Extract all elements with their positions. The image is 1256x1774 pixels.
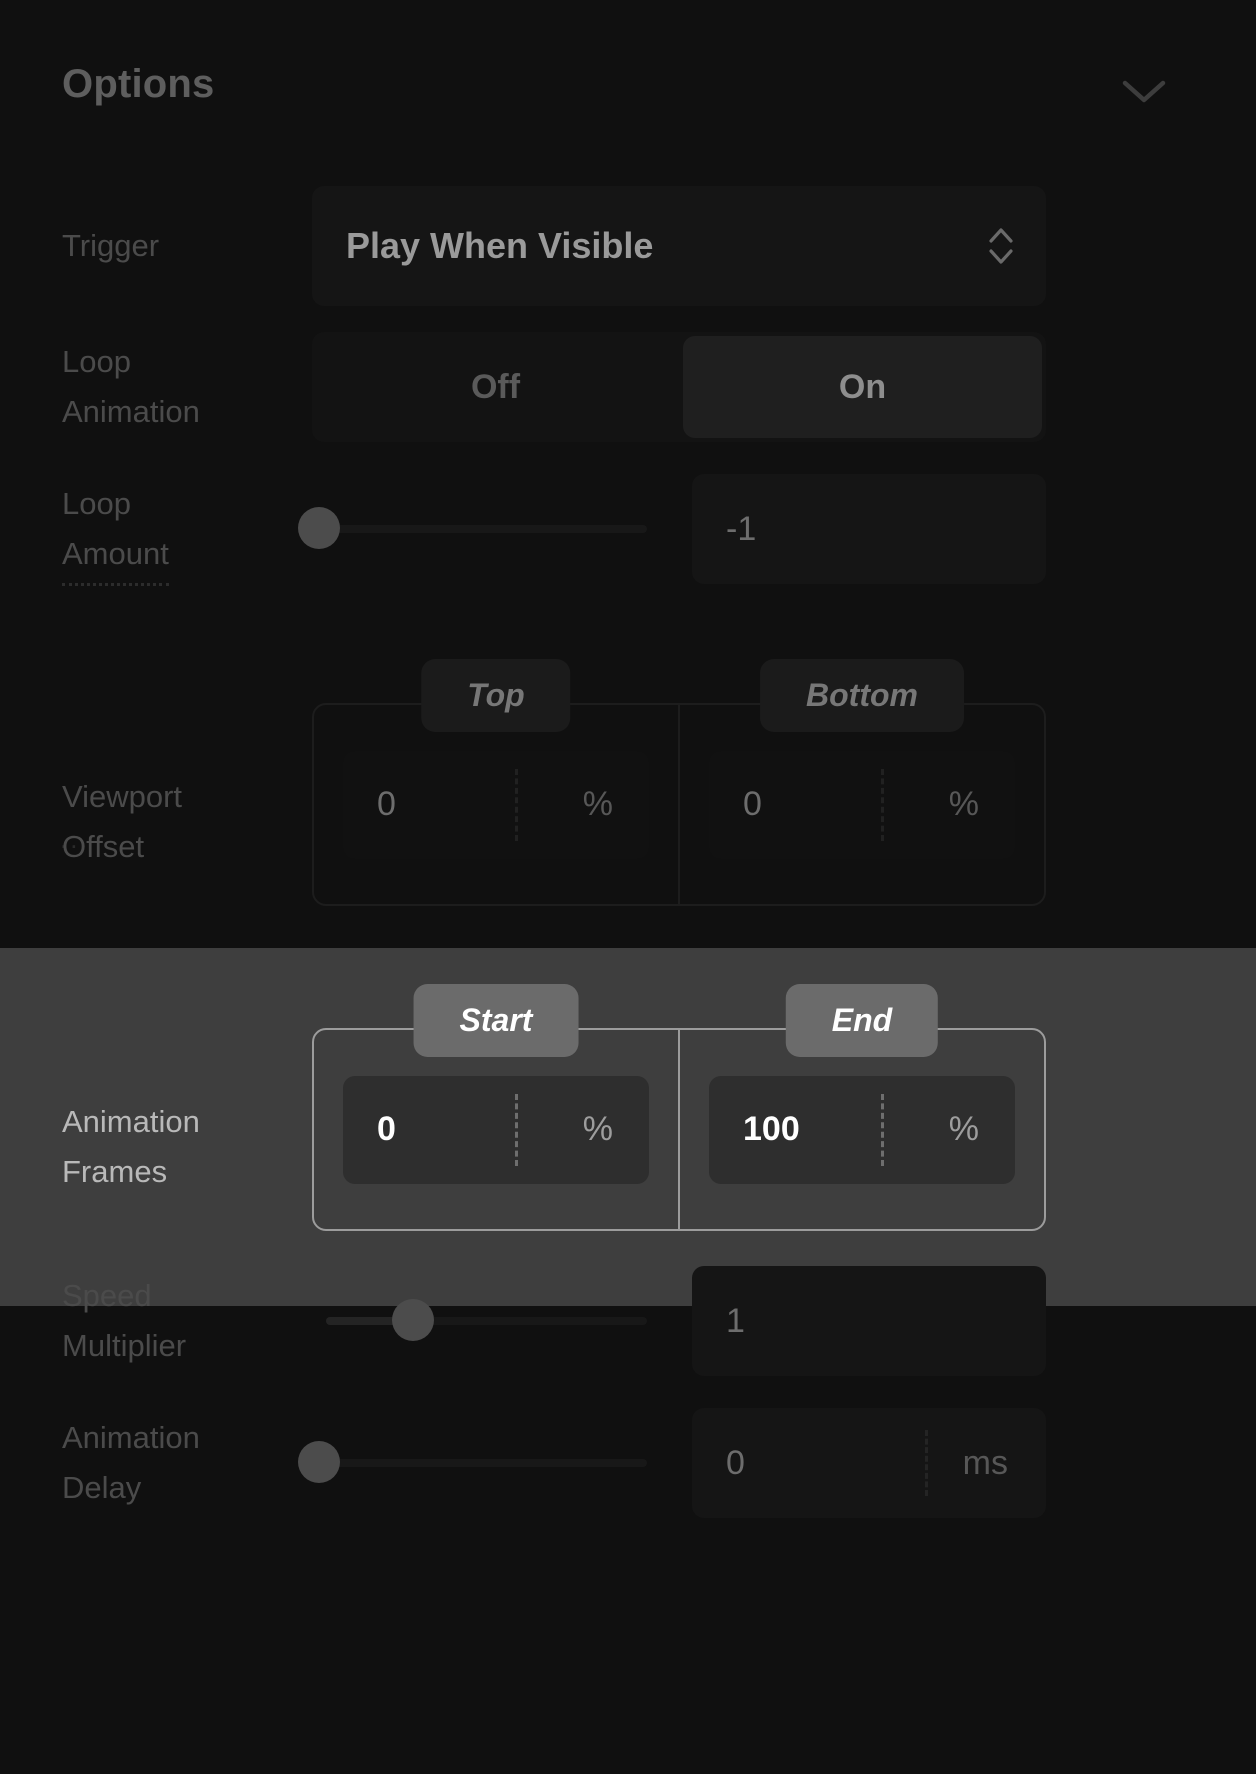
- viewport-offset-group: Top 0 % Bottom 0 %: [312, 659, 1046, 906]
- viewport-offset-bottom-divider: [881, 768, 884, 841]
- viewport-offset-top-value: 0: [377, 785, 396, 823]
- animation-delay-input[interactable]: 0 ms: [692, 1408, 1046, 1518]
- animation-frames-end-divider: [881, 1093, 884, 1166]
- loop-animation-toggle[interactable]: Off On: [312, 332, 1046, 442]
- loop-amount-slider-thumb[interactable]: [297, 507, 340, 549]
- animation-frames-start-divider: [515, 1093, 518, 1166]
- loop-animation-option-off[interactable]: Off: [316, 336, 675, 438]
- animation-delay-divider: [925, 1430, 928, 1496]
- viewport-offset-column-top: Top 0 %: [314, 659, 678, 904]
- animation-delay-slider[interactable]: [297, 1433, 647, 1493]
- loop-animation-option-on[interactable]: On: [683, 336, 1042, 438]
- animation-frames-end-unit: %: [948, 1110, 979, 1148]
- viewport-offset-bottom-unit: %: [948, 785, 979, 823]
- viewport-offset-chip-top[interactable]: Top: [421, 659, 571, 732]
- animation-frames-column-end: End 100 %: [678, 984, 1044, 1229]
- animation-delay-slider-thumb[interactable]: [297, 1441, 340, 1483]
- loop-amount-input[interactable]: -1: [692, 474, 1046, 584]
- row-viewport-offset: .. Viewport Offset Top 0 % Bottom 0 %: [0, 659, 1256, 910]
- animation-frames-chip-start[interactable]: Start: [413, 984, 579, 1057]
- animation-frames-start-value: 0: [377, 1110, 396, 1148]
- animation-frames-column-start: Start 0 %: [314, 984, 678, 1229]
- animation-frames-group: Start 0 % End 100 %: [312, 984, 1046, 1231]
- options-panel: Options Trigger Play When Visible Loop A…: [0, 0, 1256, 1774]
- loop-amount-slider-track: [312, 525, 647, 533]
- animation-frames-chip-end[interactable]: End: [785, 984, 939, 1057]
- speed-multiplier-input[interactable]: 1: [692, 1266, 1046, 1376]
- viewport-offset-column-bottom: Bottom 0 %: [678, 659, 1044, 904]
- label-viewport-offset: Viewport Offset: [62, 772, 312, 872]
- chevron-up-down-icon: [986, 223, 1016, 269]
- panel-header: Options: [0, 0, 1256, 150]
- row-animation-frames: Start 0 % End 100 %: [0, 984, 1256, 1235]
- label-speed-multiplier-line2: Multiplier: [62, 1328, 187, 1363]
- label-loop-amount-line1: Loop: [62, 486, 131, 521]
- trigger-select[interactable]: Play When Visible: [312, 186, 1046, 306]
- label-animation-delay-line1: Animation: [62, 1420, 200, 1455]
- label-animation-delay: Animation Delay: [62, 1413, 312, 1513]
- label-loop-animation-line1: Loop: [62, 344, 131, 379]
- label-viewport-offset-line2: Offset: [62, 829, 145, 864]
- label-animation-delay-line2: Delay: [62, 1470, 142, 1505]
- label-loop-animation: Loop Animation: [62, 337, 312, 437]
- animation-frames-start-unit: %: [582, 1110, 613, 1148]
- label-loop-amount-line2: Amount: [62, 529, 169, 586]
- animation-delay-unit: ms: [962, 1443, 1008, 1482]
- row-trigger: Trigger Play When Visible: [0, 186, 1256, 306]
- label-trigger: Trigger: [62, 228, 160, 263]
- row-loop-animation: Loop Animation Off On: [0, 332, 1256, 442]
- label-viewport-offset-line1: Viewport: [62, 779, 183, 814]
- animation-delay-value: 0: [726, 1443, 745, 1482]
- label-speed-multiplier: Speed Multiplier: [62, 1271, 312, 1371]
- chevron-down-icon[interactable]: [1122, 72, 1166, 112]
- row-speed-multiplier: Speed Multiplier 1: [0, 1266, 1256, 1376]
- viewport-offset-bottom-value: 0: [743, 785, 762, 823]
- label-loop-animation-line2: Animation: [62, 394, 200, 429]
- loop-amount-slider[interactable]: [297, 499, 647, 559]
- row-loop-amount: Loop Amount -1: [0, 474, 1256, 586]
- viewport-offset-bottom-input[interactable]: 0 %: [709, 750, 1015, 859]
- viewport-offset-chip-bottom[interactable]: Bottom: [760, 659, 964, 732]
- viewport-offset-top-unit: %: [582, 785, 613, 823]
- speed-multiplier-slider-thumb[interactable]: [391, 1299, 434, 1341]
- animation-delay-slider-track: [312, 1459, 647, 1467]
- viewport-offset-top-input[interactable]: 0 %: [343, 750, 649, 859]
- row-animation-delay: Animation Delay 0 ms: [0, 1408, 1256, 1518]
- page-title: Options: [62, 62, 215, 106]
- viewport-offset-top-divider: [515, 768, 518, 841]
- loop-amount-value: -1: [726, 509, 757, 548]
- label-speed-multiplier-line1: Speed: [62, 1278, 152, 1313]
- trigger-select-value: Play When Visible: [346, 225, 654, 266]
- animation-frames-end-input[interactable]: 100 %: [709, 1075, 1015, 1184]
- animation-frames-end-value: 100: [743, 1110, 800, 1148]
- animation-frames-start-input[interactable]: 0 %: [343, 1075, 649, 1184]
- speed-multiplier-value: 1: [726, 1301, 745, 1340]
- label-loop-amount: Loop Amount: [62, 479, 312, 586]
- speed-multiplier-slider[interactable]: [326, 1291, 647, 1351]
